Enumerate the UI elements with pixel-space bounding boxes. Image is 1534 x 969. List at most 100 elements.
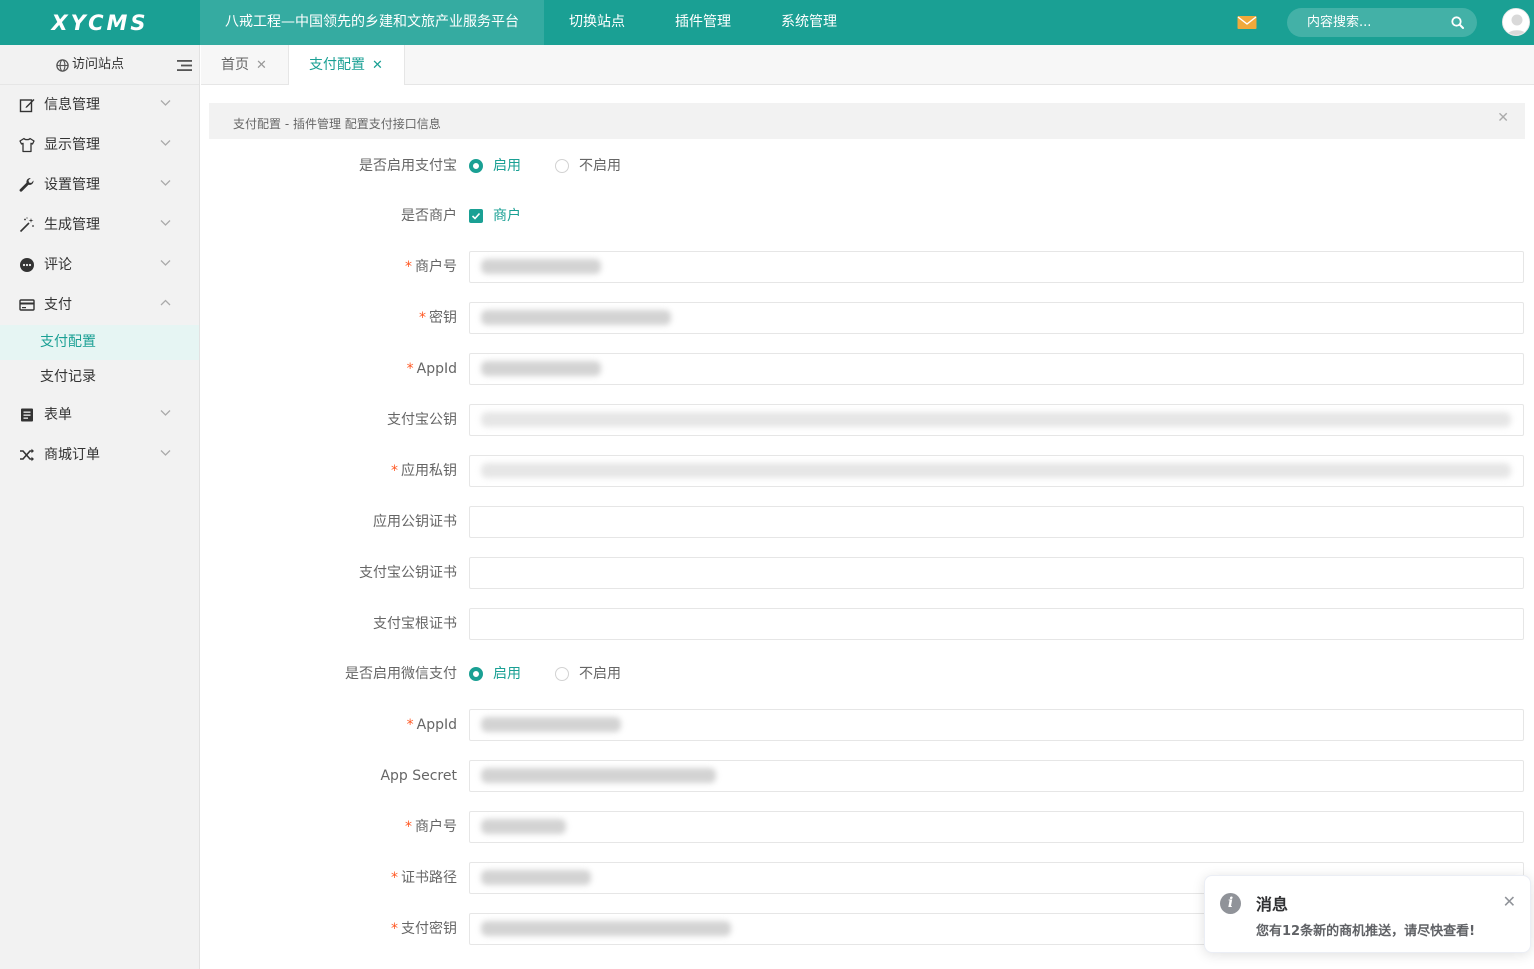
required-mark: * xyxy=(391,870,398,886)
sidebar-subitem-payment-records[interactable]: 支付记录 xyxy=(0,360,199,395)
search-input[interactable] xyxy=(1287,8,1477,37)
required-mark: * xyxy=(419,310,426,326)
sidebar-item-label: 表单 xyxy=(44,407,72,423)
form-row-alipay-root-cert: 支付宝根证书 xyxy=(201,608,1534,640)
nav-system-management[interactable]: 系统管理 xyxy=(756,0,862,45)
sidebar-item-label: 信息管理 xyxy=(44,97,100,113)
sidebar-item-info-management[interactable]: 信息管理 xyxy=(0,85,199,125)
visit-site-label: 访问站点 xyxy=(72,57,125,72)
label-text: 证书路径 xyxy=(401,870,457,886)
credit-card-icon xyxy=(19,299,35,311)
form-row-wechat-appid: * AppId xyxy=(201,709,1534,741)
shuffle-icon xyxy=(20,448,34,462)
merchant-checkbox[interactable]: 商户 xyxy=(469,200,521,232)
redacted-value xyxy=(481,412,1511,427)
field-label: * 商户号 xyxy=(201,251,457,283)
radio-dot xyxy=(555,667,569,681)
field-label: 是否启用支付宝 xyxy=(359,158,457,174)
label-text: 密钥 xyxy=(429,310,457,326)
sidebar-item-settings-management[interactable]: 设置管理 xyxy=(0,165,199,205)
sidebar-item-generate-management[interactable]: 生成管理 xyxy=(0,205,199,245)
alipay-enable-radio-off[interactable]: 不启用 xyxy=(555,150,621,182)
sidebar-item-label: 商城订单 xyxy=(44,447,100,463)
nav-plugin-management[interactable]: 插件管理 xyxy=(650,0,756,45)
top-bar: XYCMS 八戒工程—中国领先的乡建和文旅产业服务平台 切换站点 插件管理 系统… xyxy=(0,0,1534,45)
label-text: 商户号 xyxy=(415,819,457,835)
tab-payment-config[interactable]: 支付配置 ✕ xyxy=(288,45,405,86)
info-icon: i xyxy=(1220,893,1241,914)
required-mark: * xyxy=(391,463,398,479)
sidebar-item-payment[interactable]: 支付 xyxy=(0,285,199,325)
menu-toggle-icon[interactable] xyxy=(177,59,192,72)
wechat-merchant-no-input[interactable] xyxy=(469,811,1524,843)
form-row-alipay-appid: * AppId xyxy=(201,353,1534,385)
comment-icon xyxy=(20,258,34,272)
notice-text: 支付配置 - 插件管理 配置支付接口信息 xyxy=(233,117,441,131)
form-icon xyxy=(21,408,33,422)
tab-bar: 首页 ✕ 支付配置 ✕ xyxy=(201,45,1534,86)
shirt-icon xyxy=(19,137,35,153)
alipay-root-cert-input[interactable] xyxy=(469,608,1524,640)
redacted-value xyxy=(481,921,731,936)
tab-label: 首页 xyxy=(221,57,249,73)
label-text: 应用私钥 xyxy=(401,463,457,479)
close-icon[interactable]: ✕ xyxy=(256,46,267,86)
field-label: 支付宝公钥证书 xyxy=(359,565,457,581)
redacted-value xyxy=(481,310,671,325)
form-row-alipay-key: * 密钥 xyxy=(201,302,1534,334)
checkbox-box xyxy=(469,209,483,223)
chevron-down-icon xyxy=(160,100,171,106)
alipay-enable-radio-on[interactable]: 启用 xyxy=(469,150,521,182)
user-avatar-icon xyxy=(1503,9,1529,35)
wechat-appid-input[interactable] xyxy=(469,709,1524,741)
field-label: * 密钥 xyxy=(201,302,457,334)
required-mark: * xyxy=(406,717,414,733)
sidebar-item-label: 显示管理 xyxy=(44,137,100,153)
nav-switch-site[interactable]: 切换站点 xyxy=(544,0,650,45)
field-label: * 商户号 xyxy=(201,811,457,843)
form-row-alipay-enable: 是否启用支付宝 启用 不启用 xyxy=(201,150,1534,182)
avatar[interactable] xyxy=(1502,8,1530,36)
wechat-enable-radio-off[interactable]: 不启用 xyxy=(555,658,621,690)
form-row-alipay-public-key: 支付宝公钥 xyxy=(201,404,1534,436)
field-label: 是否商户 xyxy=(401,208,457,224)
field-label: App Secret xyxy=(380,768,457,784)
sidebar-item-forms[interactable]: 表单 xyxy=(0,395,199,435)
logo[interactable]: XYCMS xyxy=(0,0,200,45)
alipay-public-cert-input[interactable] xyxy=(469,557,1524,589)
chevron-down-icon xyxy=(160,410,171,416)
alipay-merchant-no-input[interactable] xyxy=(469,251,1524,283)
nav-site-name[interactable]: 八戒工程—中国领先的乡建和文旅产业服务平台 xyxy=(200,0,544,45)
alipay-appid-input[interactable] xyxy=(469,353,1524,385)
radio-label: 启用 xyxy=(493,666,521,682)
close-icon[interactable]: ✕ xyxy=(1497,111,1509,125)
required-mark: * xyxy=(405,259,412,275)
tab-home[interactable]: 首页 ✕ xyxy=(201,45,289,85)
wechat-enable-radio-on[interactable]: 启用 xyxy=(469,658,521,690)
field-label: 应用公钥证书 xyxy=(373,514,457,530)
form-row-alipay-public-cert: 支付宝公钥证书 xyxy=(201,557,1534,589)
chevron-down-icon xyxy=(160,220,171,226)
app-public-cert-input[interactable] xyxy=(469,506,1524,538)
visit-site-link[interactable]: 访问站点 xyxy=(56,45,124,85)
field-label: * 应用私钥 xyxy=(201,455,457,487)
redacted-value xyxy=(481,717,621,732)
chevron-down-icon xyxy=(160,180,171,186)
sidebar-item-display-management[interactable]: 显示管理 xyxy=(0,125,199,165)
search-icon[interactable] xyxy=(1451,16,1464,29)
chevron-up-icon xyxy=(160,299,171,306)
toast-message[interactable]: 您有12条新的商机推送，请尽快查看! xyxy=(1256,920,1475,939)
form-row-wechat-app-secret: App Secret xyxy=(201,760,1534,792)
sidebar-item-comments[interactable]: 评论 xyxy=(0,245,199,285)
label-text: AppId xyxy=(416,717,457,733)
sidebar-subitem-payment-config[interactable]: 支付配置 xyxy=(0,325,199,360)
mail-icon[interactable] xyxy=(1237,15,1257,30)
close-icon[interactable]: ✕ xyxy=(1503,894,1516,910)
radio-label: 不启用 xyxy=(579,158,621,174)
sidebar-item-mall-orders[interactable]: 商城订单 xyxy=(0,435,199,475)
close-icon[interactable]: ✕ xyxy=(372,46,383,86)
chevron-down-icon xyxy=(160,140,171,146)
radio-label: 启用 xyxy=(493,158,521,174)
redacted-value xyxy=(481,361,601,376)
redacted-value xyxy=(481,870,591,885)
